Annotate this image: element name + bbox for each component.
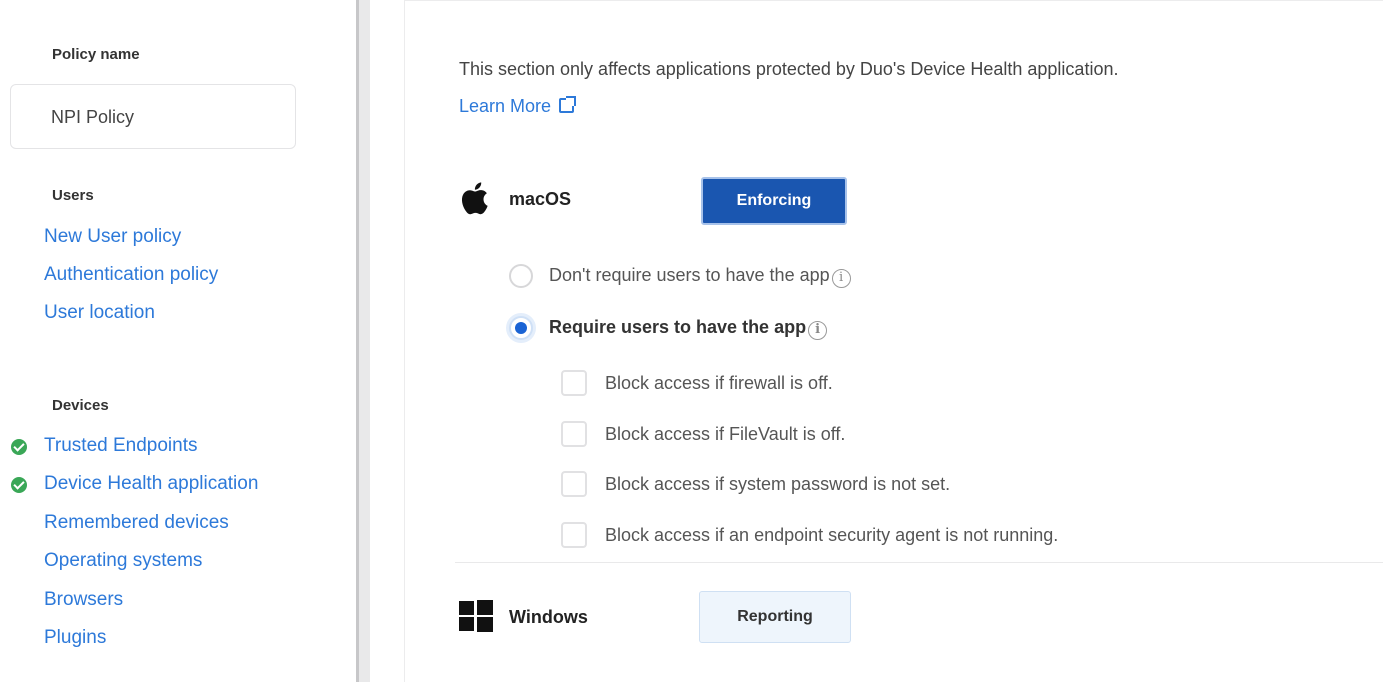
- radio-dont-require[interactable]: [509, 264, 533, 288]
- apple-icon: [461, 182, 488, 215]
- windows-icon: [459, 600, 493, 632]
- sidebar-link-new-user-policy[interactable]: New User policy: [44, 226, 181, 248]
- checkbox-filevault[interactable]: [561, 421, 587, 447]
- radio-require[interactable]: [509, 316, 533, 340]
- device-health-panel: This section only affects applications p…: [404, 0, 1383, 682]
- sidebar-link-remembered-devices[interactable]: Remembered devices: [44, 512, 229, 534]
- external-link-icon: [559, 96, 577, 113]
- windows-reporting-button[interactable]: Reporting: [699, 591, 851, 643]
- info-icon[interactable]: i: [808, 320, 828, 340]
- checkbox-row-firewall[interactable]: Block access if firewall is off.: [561, 370, 833, 396]
- policy-name-label: Policy name: [52, 46, 140, 63]
- info-icon[interactable]: i: [831, 268, 851, 288]
- check-circle-icon: [11, 477, 27, 493]
- checkbox-system-password[interactable]: [561, 471, 587, 497]
- policy-name-value: NPI Policy: [51, 107, 135, 127]
- sidebar-link-browsers[interactable]: Browsers: [44, 589, 123, 611]
- checkbox-row-system-password[interactable]: Block access if system password is not s…: [561, 471, 950, 497]
- checkbox-label-security-agent: Block access if an endpoint security age…: [605, 524, 1059, 545]
- policy-name-field[interactable]: NPI Policy: [10, 84, 296, 149]
- devices-section-label: Devices: [52, 397, 109, 414]
- sidebar: Policy name NPI Policy Users New User po…: [0, 0, 355, 682]
- sidebar-divider: [356, 0, 370, 682]
- radio-option-require[interactable]: Require users to have the app i: [509, 316, 828, 340]
- radio-option-dont-require[interactable]: Don't require users to have the app i: [509, 264, 851, 288]
- macos-label: macOS: [509, 189, 572, 209]
- checkbox-row-filevault[interactable]: Block access if FileVault is off.: [561, 421, 845, 447]
- sidebar-link-user-location[interactable]: User location: [44, 302, 155, 324]
- checkbox-label-firewall: Block access if firewall is off.: [605, 372, 833, 393]
- check-circle-icon: [11, 439, 27, 455]
- radio-label-dont-require: Don't require users to have the app i: [549, 265, 851, 288]
- checkbox-label-filevault: Block access if FileVault is off.: [605, 423, 846, 444]
- sidebar-link-plugins[interactable]: Plugins: [44, 627, 106, 649]
- checkbox-row-security-agent[interactable]: Block access if an endpoint security age…: [561, 522, 1058, 548]
- windows-label: Windows: [509, 607, 588, 627]
- sidebar-link-operating-systems[interactable]: Operating systems: [44, 550, 202, 572]
- sidebar-link-trusted-endpoints[interactable]: Trusted Endpoints: [44, 435, 198, 457]
- macos-enforcing-button[interactable]: Enforcing: [701, 177, 847, 225]
- users-section-label: Users: [52, 187, 94, 204]
- radio-label-require: Require users to have the app i: [549, 317, 828, 340]
- checkbox-security-agent[interactable]: [561, 522, 587, 548]
- learn-more-link[interactable]: Learn More: [459, 96, 577, 117]
- sidebar-link-device-health-application[interactable]: Device Health application: [44, 473, 258, 495]
- learn-more-label: Learn More: [459, 96, 552, 116]
- sidebar-link-authentication-policy[interactable]: Authentication policy: [44, 264, 218, 286]
- checkbox-firewall[interactable]: [561, 370, 587, 396]
- section-divider: [455, 562, 1383, 563]
- checkbox-label-system-password: Block access if system password is not s…: [605, 473, 951, 494]
- section-description: This section only affects applications p…: [459, 59, 1119, 79]
